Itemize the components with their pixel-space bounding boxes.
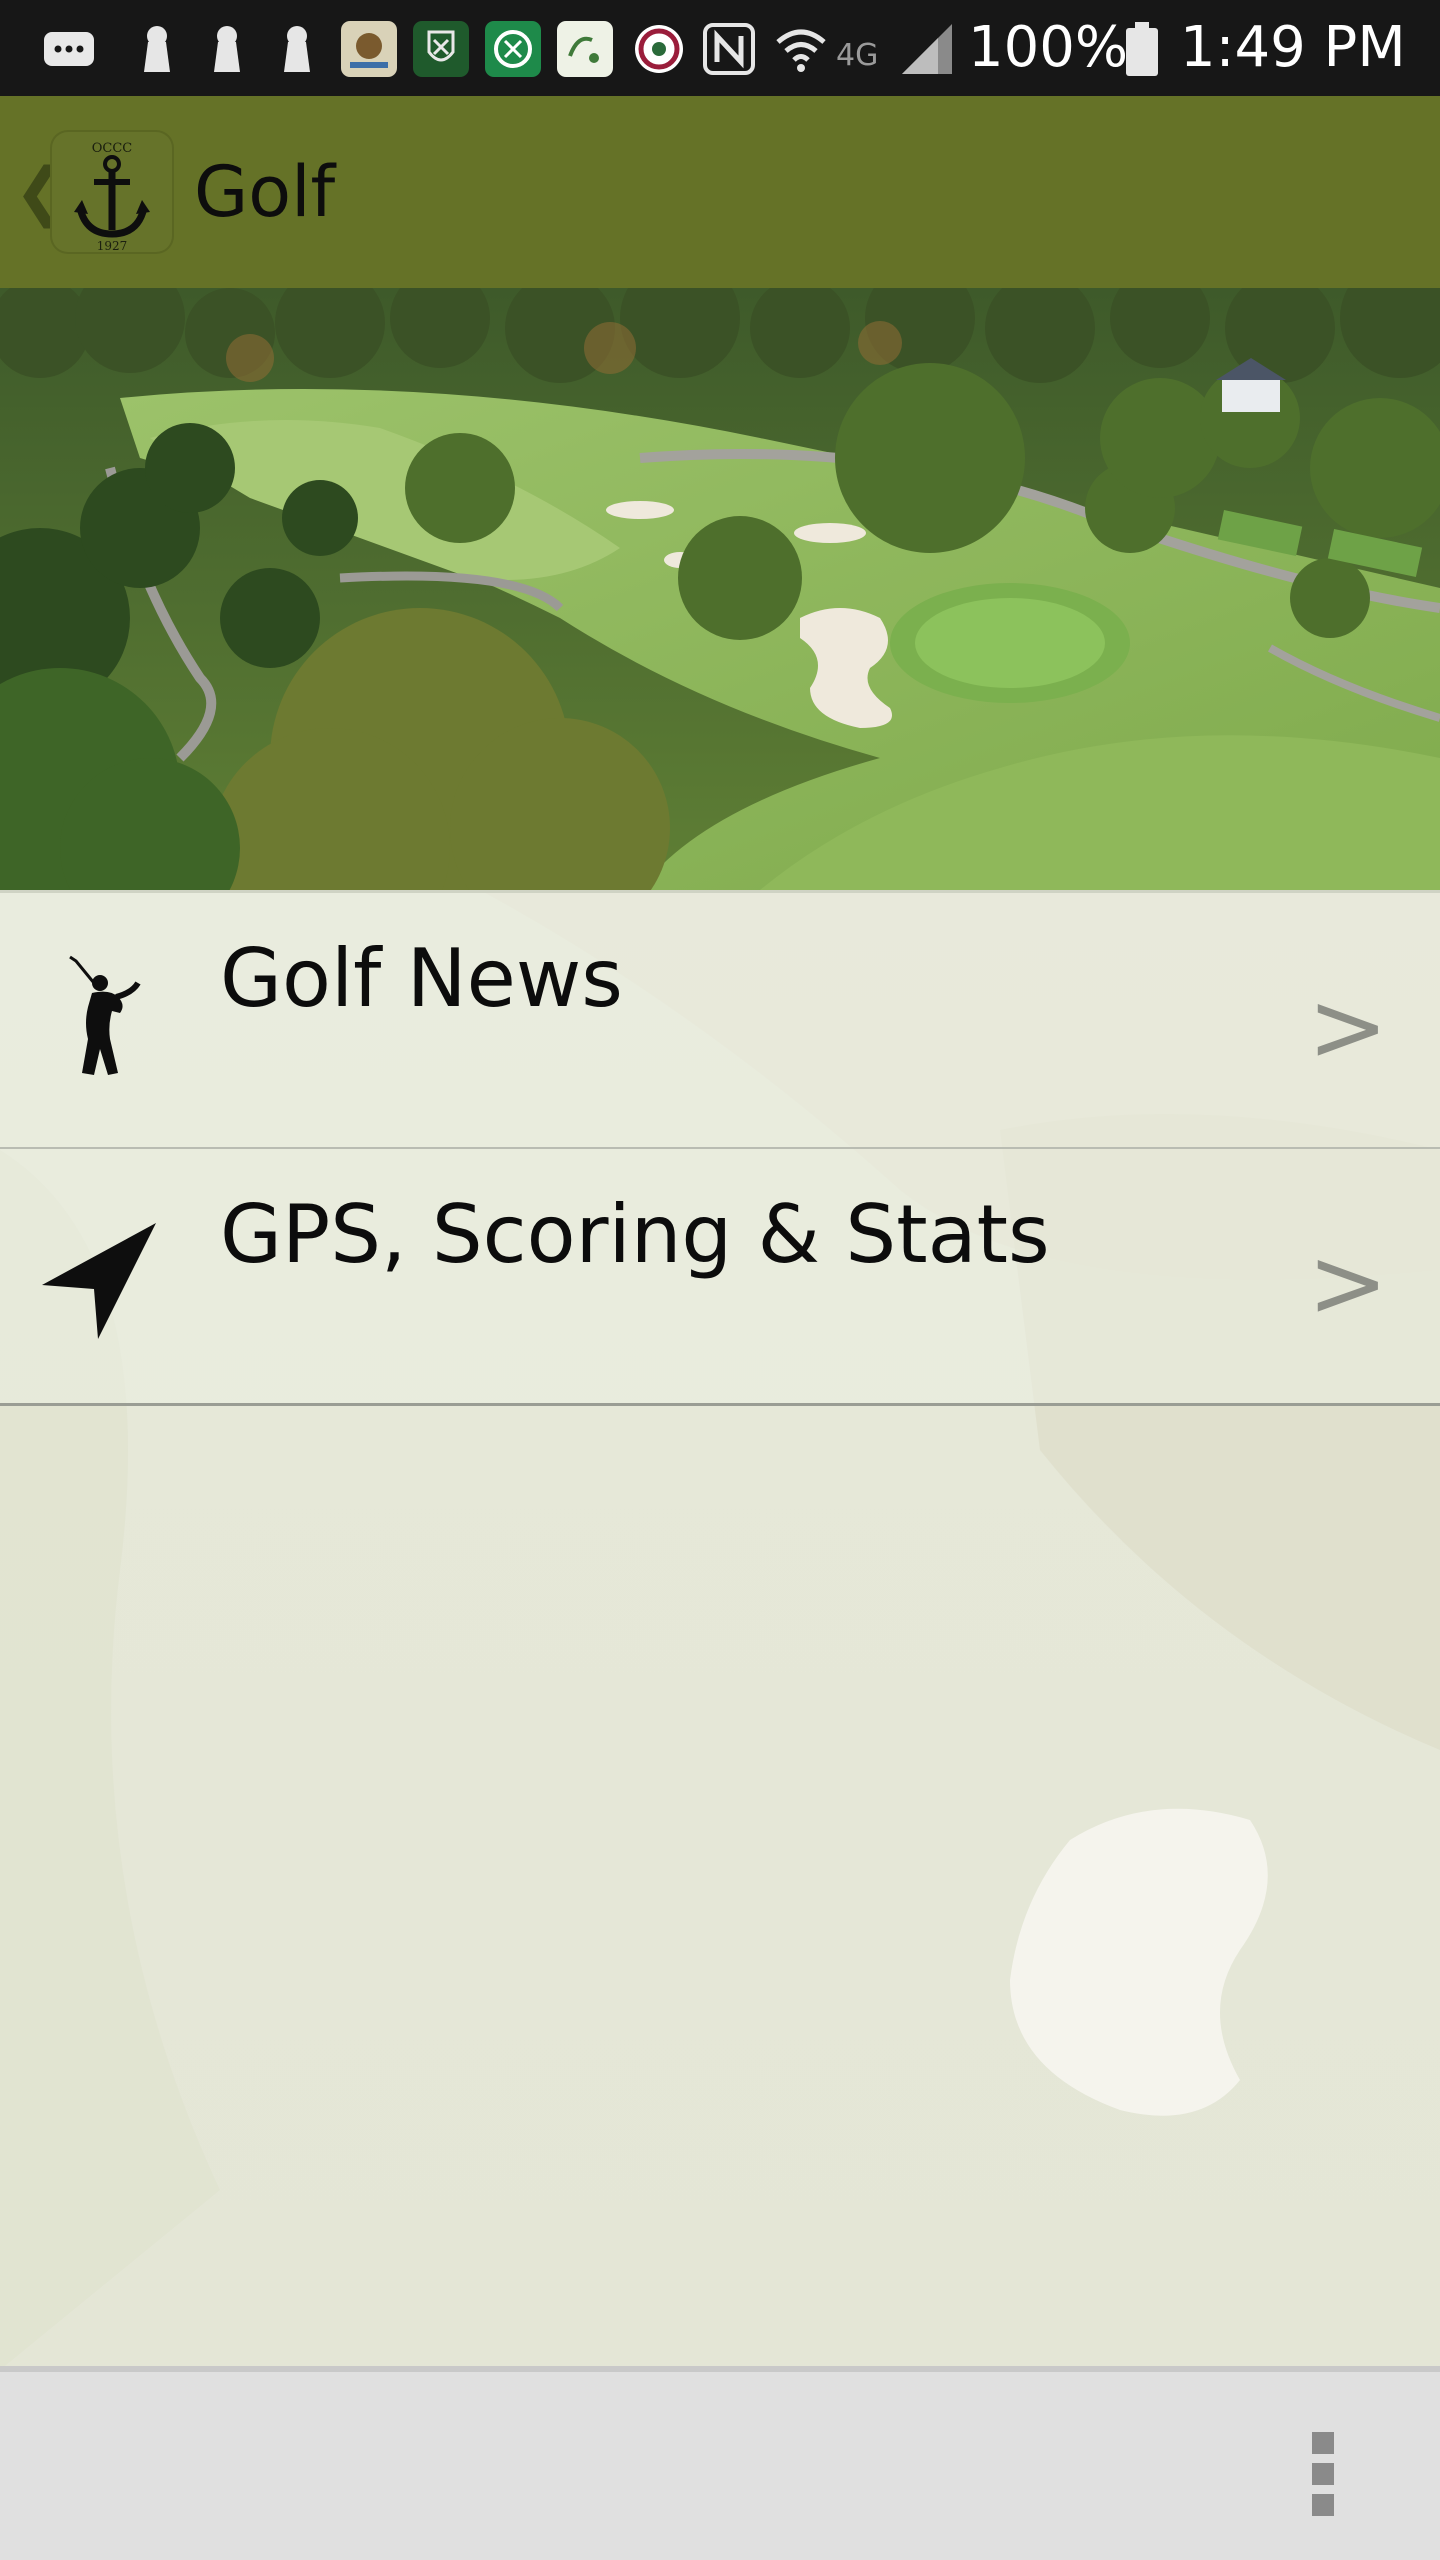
chat-bubble-icon [44,32,94,66]
menu-item-label: Golf News [220,932,623,1025]
golf-screen: 4G 100% 1:49 PM ❮ OCCC 1927 Golf Golf Ne… [0,0,1440,2560]
navigation-arrow-icon [42,1223,156,1339]
nfc-icon [703,23,755,75]
keyhole-icon [214,26,240,72]
signal-icon [902,24,952,74]
keyhole-icon [144,26,170,72]
menu-list: Golf News > GPS, Scoring & Stats > [0,890,1440,1406]
clock: 1:49 PM [1180,15,1406,80]
menu-item-gps-scoring-stats[interactable]: GPS, Scoring & Stats > [0,1149,1440,1406]
hero-image [0,288,1440,890]
network-type: 4G [836,38,879,73]
menu-item-label: GPS, Scoring & Stats [220,1188,1050,1281]
logo-text-bottom: 1927 [97,239,128,253]
green-crest-app-icon [485,21,541,77]
club-app-icon [557,21,613,77]
page-title: Golf [194,151,336,233]
club-logo[interactable]: OCCC 1927 [50,130,174,254]
chevron-right-icon: > [1307,971,1388,1083]
battery-percent: 100% [968,15,1129,80]
app-bar: ❮ OCCC 1927 Golf [0,96,1440,288]
bottom-action-bar [0,2366,1440,2560]
aerial-golf-course-photo [0,288,1440,890]
chevron-right-icon: > [1307,1227,1388,1339]
anchor-icon: OCCC 1927 [74,141,150,253]
battery-icon [1126,22,1158,76]
keyhole-icon [284,26,310,72]
bear-app-icon [341,21,397,77]
overflow-menu-icon[interactable] [1312,2432,1336,2516]
wifi-icon [776,29,826,72]
status-bar: 4G 100% 1:49 PM [0,0,1440,96]
logo-text-top: OCCC [92,141,133,156]
golfer-silhouette-icon [69,955,141,1075]
seal-app-icon [635,25,683,73]
menu-item-golf-news[interactable]: Golf News > [0,893,1440,1149]
club-crest-app-icon [413,21,469,77]
